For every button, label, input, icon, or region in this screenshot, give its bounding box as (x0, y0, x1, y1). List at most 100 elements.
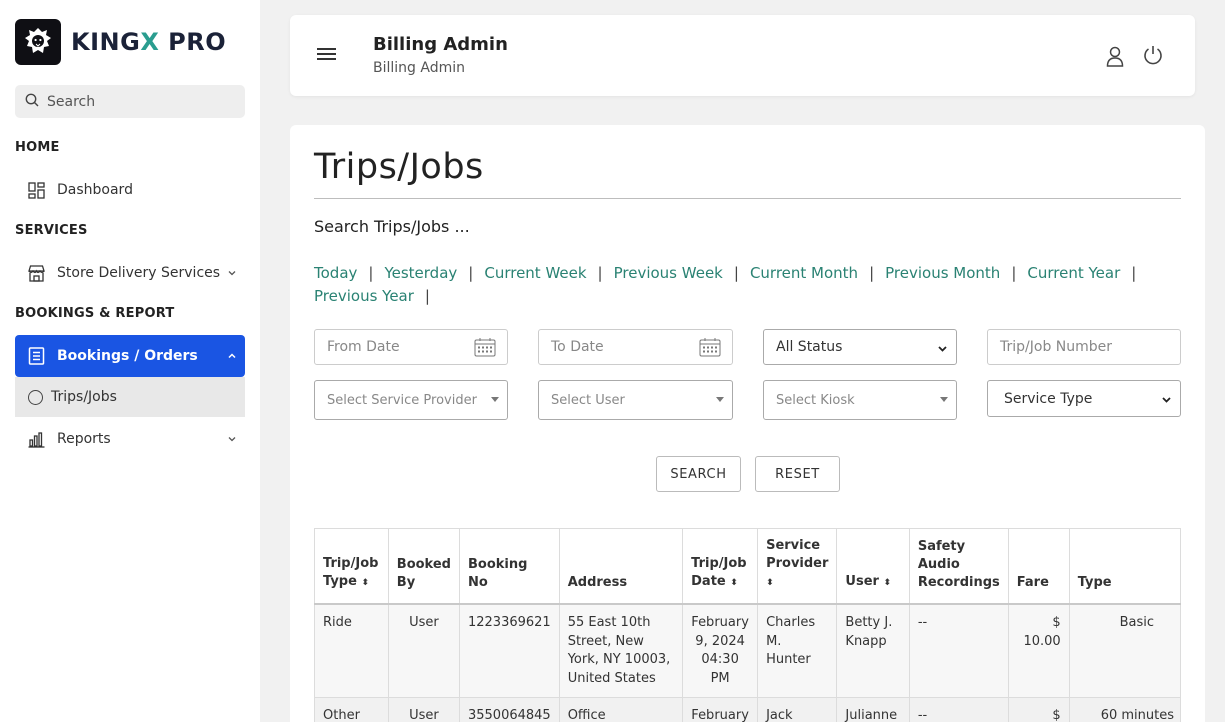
cell-fare: $ (1007, 697, 1070, 722)
service-type-select[interactable]: Service Type (987, 380, 1181, 417)
hamburger-menu-icon[interactable] (317, 48, 336, 63)
cell-provider: Charles M. Hunter (757, 603, 838, 698)
sort-icon[interactable]: ⬍ (766, 578, 774, 588)
cell-safety: -- (908, 603, 1009, 698)
separator: | (733, 264, 739, 282)
link-today[interactable]: Today (314, 264, 357, 282)
cell-booking-no[interactable]: 3550064845 (458, 697, 560, 722)
caret-down-icon (716, 397, 724, 402)
calendar-icon[interactable] (699, 337, 721, 361)
brand-name-x: X (140, 28, 160, 56)
to-date-input[interactable]: To Date (538, 329, 733, 365)
section-services: SERVICES (15, 223, 88, 238)
link-current-week[interactable]: Current Week (484, 264, 586, 282)
cell-type: Basic (1068, 603, 1182, 698)
col-fare: Fare (1007, 528, 1070, 605)
cell-job-type: Other (314, 697, 389, 722)
header-label: Service (766, 538, 821, 553)
link-yesterday[interactable]: Yesterday (384, 264, 457, 282)
power-icon[interactable] (1142, 44, 1164, 70)
trip-number-input[interactable]: Trip/Job Number (987, 329, 1181, 365)
table-row[interactable]: Ride User 1223369621 55 East 10th Street… (314, 603, 1182, 698)
top-header: Billing Admin Billing Admin (290, 15, 1195, 96)
cell-booked-by: User (387, 603, 460, 698)
from-date-input[interactable]: From Date (314, 329, 508, 365)
col-service-provider[interactable]: Service Provider ⬍ (757, 528, 838, 605)
status-select[interactable]: All Status (763, 329, 957, 365)
cell-provider: Jack (757, 697, 838, 722)
col-booking-no: Booking No (458, 528, 560, 605)
kiosk-select[interactable]: Select Kiosk (763, 380, 957, 420)
bar-chart-icon (26, 429, 46, 449)
separator: | (368, 264, 374, 282)
page-title: Trips/Jobs (314, 147, 484, 187)
sidebar-item-reports[interactable]: Reports (15, 420, 245, 458)
chevron-down-icon (227, 266, 237, 282)
sort-icon[interactable]: ⬍ (730, 578, 738, 588)
search-button[interactable]: SEARCH (656, 456, 741, 492)
chevron-down-icon (227, 432, 237, 448)
service-provider-placeholder: Select Service Provider (327, 392, 477, 408)
header-subtitle: Billing Admin (373, 60, 465, 76)
circle-icon (28, 389, 43, 405)
cell-type: 60 minutes (1068, 697, 1182, 722)
link-previous-month[interactable]: Previous Month (885, 264, 1000, 282)
table-header-row: Trip/Job Type ⬍ Booked By Booking No Addre… (314, 528, 1182, 605)
sort-icon[interactable]: ⬍ (361, 578, 369, 588)
sidebar-item-label: Trips/Jobs (51, 389, 117, 405)
store-icon (26, 263, 46, 283)
cell-job-type: Ride (314, 603, 389, 698)
link-current-year[interactable]: Current Year (1027, 264, 1120, 282)
col-type: Type (1068, 528, 1182, 605)
header-label: Date (691, 574, 726, 589)
search-icon (25, 92, 39, 111)
calendar-icon[interactable] (474, 337, 496, 361)
sidebar-search[interactable]: Search (15, 85, 245, 118)
section-home: HOME (15, 140, 60, 155)
sidebar-item-dashboard[interactable]: Dashboard (15, 171, 245, 209)
link-previous-year[interactable]: Previous Year (314, 287, 414, 305)
user-profile-icon[interactable] (1105, 45, 1125, 71)
header-label: Provider (766, 556, 829, 571)
col-user[interactable]: User ⬍ (836, 528, 910, 605)
cell-booking-no[interactable]: 1223369621 (458, 603, 560, 698)
status-selected-value: All Status (776, 339, 843, 355)
main-card: Trips/Jobs Search Trips/Jobs ... Today | Y… (290, 125, 1205, 722)
link-current-month[interactable]: Current Month (750, 264, 858, 282)
reset-button[interactable]: RESET (755, 456, 840, 492)
trip-number-placeholder: Trip/Job Number (1000, 339, 1113, 355)
search-placeholder: Search (47, 93, 96, 110)
cell-booked-by: User (387, 697, 460, 722)
col-trip-job-type[interactable]: Trip/Job Type ⬍ (314, 528, 389, 605)
sidebar-item-label: Dashboard (57, 182, 133, 198)
from-date-placeholder: From Date (327, 339, 400, 355)
table-row[interactable]: Other User 3550064845 Office February Ja… (314, 697, 1182, 722)
col-booked-by: Booked By (387, 528, 460, 605)
sidebar-item-store-delivery[interactable]: Store Delivery Services (15, 254, 245, 292)
service-provider-select[interactable]: Select Service Provider (314, 380, 508, 420)
sidebar-item-bookings-orders[interactable]: Bookings / Orders (15, 335, 245, 377)
separator: | (1011, 264, 1017, 282)
brand-logo[interactable]: KINGX PRO (15, 19, 226, 65)
separator: | (869, 264, 875, 282)
search-heading: Search Trips/Jobs ... (314, 217, 470, 236)
header-label: Audio (917, 557, 960, 572)
section-bookings: BOOKINGS & REPORT (15, 306, 175, 321)
divider (314, 198, 1181, 199)
sidebar-item-trips-jobs[interactable]: Trips/Jobs (15, 377, 245, 417)
user-select[interactable]: Select User (538, 380, 733, 420)
header-label: Recordings (917, 575, 1000, 590)
sort-icon[interactable]: ⬍ (883, 578, 891, 588)
header-title: Billing Admin (373, 34, 508, 55)
header-label: Safety (917, 539, 966, 554)
separator: | (597, 264, 603, 282)
caret-down-icon (940, 397, 948, 402)
col-trip-job-date[interactable]: Trip/Job Date ⬍ (682, 528, 759, 605)
header-label: Booked (396, 557, 451, 572)
service-type-selected-value: Service Type (1004, 390, 1093, 407)
link-previous-week[interactable]: Previous Week (614, 264, 723, 282)
col-address: Address (558, 528, 684, 605)
document-list-icon (26, 346, 46, 366)
to-date-placeholder: To Date (551, 339, 604, 355)
sidebar-item-label: Bookings / Orders (57, 348, 198, 364)
